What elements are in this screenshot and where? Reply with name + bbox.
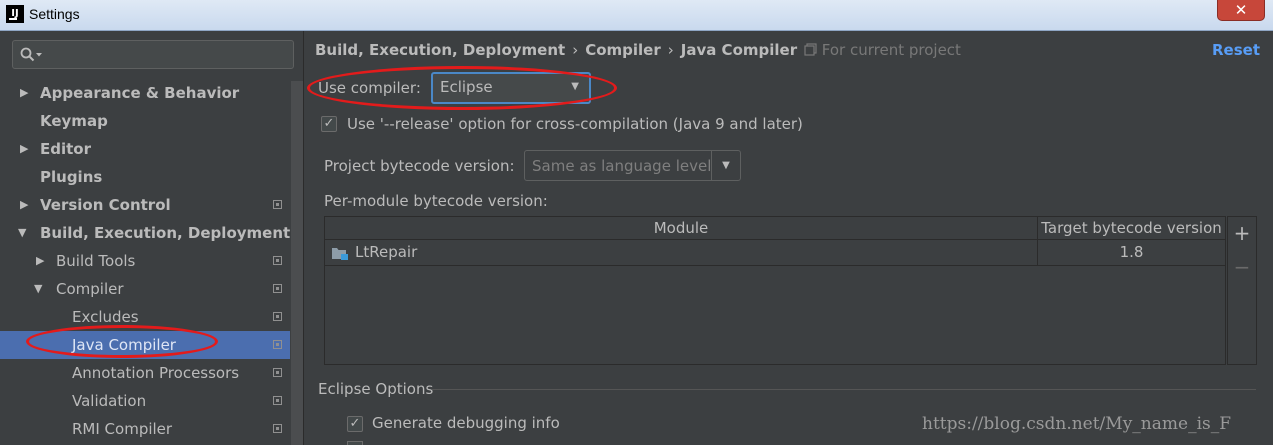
for-project-label: For current project [821,41,961,59]
use-compiler-label: Use compiler: [318,79,421,97]
eclipse-options-title: Eclipse Options [318,380,434,398]
module-folder-icon [332,248,348,260]
sidebar-item-version-control[interactable]: ▶ Version Control [0,191,290,219]
add-icon[interactable]: + [1228,221,1256,245]
module-bytecode-table: Module Target bytecode version LtRepair … [324,216,1226,365]
module-name: LtRepair [355,243,418,261]
collapse-arrow-icon[interactable]: ▼ [34,275,42,303]
sidebar-item-compiler[interactable]: ▼ Compiler [0,275,290,303]
project-level-icon [273,256,282,265]
project-level-icon [273,200,282,209]
sidebar-item-rmi-compiler[interactable]: RMI Compiler [0,415,290,443]
sidebar-item-plugins[interactable]: Plugins [0,163,290,191]
expand-arrow-icon[interactable]: ▶ [20,191,28,219]
release-option-label: Use '--release' option for cross-compila… [347,115,803,133]
sidebar-item-label: Validation [72,392,147,410]
sidebar-item-label: Build Tools [56,252,136,270]
reset-link[interactable]: Reset [1212,41,1260,59]
table-toolbar: + − [1227,216,1257,365]
sidebar-item-label: Keymap [40,112,108,130]
release-option-checkbox[interactable]: ✓ [321,116,337,132]
watermark-url: https://blog.csdn.net/My_name_is_F [922,414,1232,434]
sidebar-item-label: Version Control [40,196,171,214]
sidebar-item-label: Editor [40,140,91,158]
for-current-project-note: For current project [804,41,961,59]
project-level-icon [273,312,282,321]
sidebar-item-label: Compiler [56,280,124,298]
remove-icon[interactable]: − [1228,255,1256,279]
column-header-target-bytecode[interactable]: Target bytecode version [1038,217,1225,240]
search-input[interactable] [12,40,294,69]
breadcrumb: Build, Execution, Deployment › Compiler › Ja… [315,41,797,59]
breadcrumb-separator: › [572,41,579,59]
expand-arrow-icon[interactable]: ▶ [20,135,28,163]
per-module-label: Per-module bytecode version: [324,192,548,210]
bytecode-version-select[interactable]: Same as language level ▼ [524,150,741,181]
intellij-app-icon: IJ [6,5,24,23]
table-row-module-cell[interactable]: LtRepair [325,240,1038,266]
dropdown-arrow-icon: ▼ [571,81,579,92]
sidebar-item-build-execution-deployment[interactable]: ▼ Build, Execution, Deployment [0,219,290,247]
panel-divider[interactable] [303,31,304,445]
collapse-arrow-icon[interactable]: ▼ [18,219,26,247]
sidebar-item-excludes[interactable]: Excludes [0,303,290,331]
sidebar-item-label: RMI Compiler [72,420,173,438]
sidebar-item-annotation-processors[interactable]: Annotation Processors [0,359,290,387]
search-icon [20,47,42,62]
sidebar-item-keymap[interactable]: Keymap [0,107,290,135]
expand-arrow-icon[interactable]: ▶ [36,247,44,275]
generate-debug-checkbox[interactable]: ✓ [347,416,363,432]
use-compiler-value: Eclipse [440,78,493,96]
breadcrumb-separator: › [667,41,674,59]
sidebar-item-java-compiler[interactable]: Java Compiler [0,331,290,359]
project-level-icon [273,284,282,293]
breadcrumb-item[interactable]: Compiler [585,41,661,59]
generate-debug-label: Generate debugging info [372,414,560,432]
breadcrumb-item: Java Compiler [680,41,798,59]
bytecode-version-value: Same as language level [532,157,712,175]
use-compiler-select[interactable]: Eclipse ▼ [431,72,591,104]
sidebar-scrollbar[interactable] [291,81,303,445]
sidebar-item-label: Excludes [72,308,139,326]
sidebar-item-label: Plugins [40,168,103,186]
project-level-icon [273,368,282,377]
sidebar-item-label: Appearance & Behavior [40,84,240,102]
sidebar-item-build-tools[interactable]: ▶ Build Tools [0,247,290,275]
expand-arrow-icon[interactable]: ▶ [20,79,28,107]
project-level-icon [273,424,282,433]
title-bar: IJ Settings ✕ [0,0,1273,31]
close-button[interactable]: ✕ [1217,0,1265,21]
project-level-icon [273,340,282,349]
window-title: Settings [29,6,80,22]
project-level-icon [273,396,282,405]
sidebar-item-label: Annotation Processors [72,364,240,382]
next-checkbox-partial[interactable] [347,441,363,445]
sidebar-item-validation[interactable]: Validation [0,387,290,415]
sidebar-item-label: Java Compiler [72,336,176,354]
settings-tree: ▶ Appearance & Behavior Keymap ▶ Editor … [0,79,290,443]
bytecode-version-label: Project bytecode version: [324,157,515,175]
dropdown-arrow-icon: ▼ [711,151,740,180]
column-header-module[interactable]: Module [325,217,1038,240]
sidebar-item-editor[interactable]: ▶ Editor [0,135,290,163]
sidebar-item-appearance-behavior[interactable]: ▶ Appearance & Behavior [0,79,290,107]
project-copy-icon [804,43,817,56]
table-row-target-cell[interactable]: 1.8 [1038,240,1225,266]
breadcrumb-item[interactable]: Build, Execution, Deployment [315,41,565,59]
section-divider [432,389,1256,390]
sidebar-item-label: Build, Execution, Deployment [40,224,291,242]
settings-sidebar: ▶ Appearance & Behavior Keymap ▶ Editor … [0,31,303,445]
